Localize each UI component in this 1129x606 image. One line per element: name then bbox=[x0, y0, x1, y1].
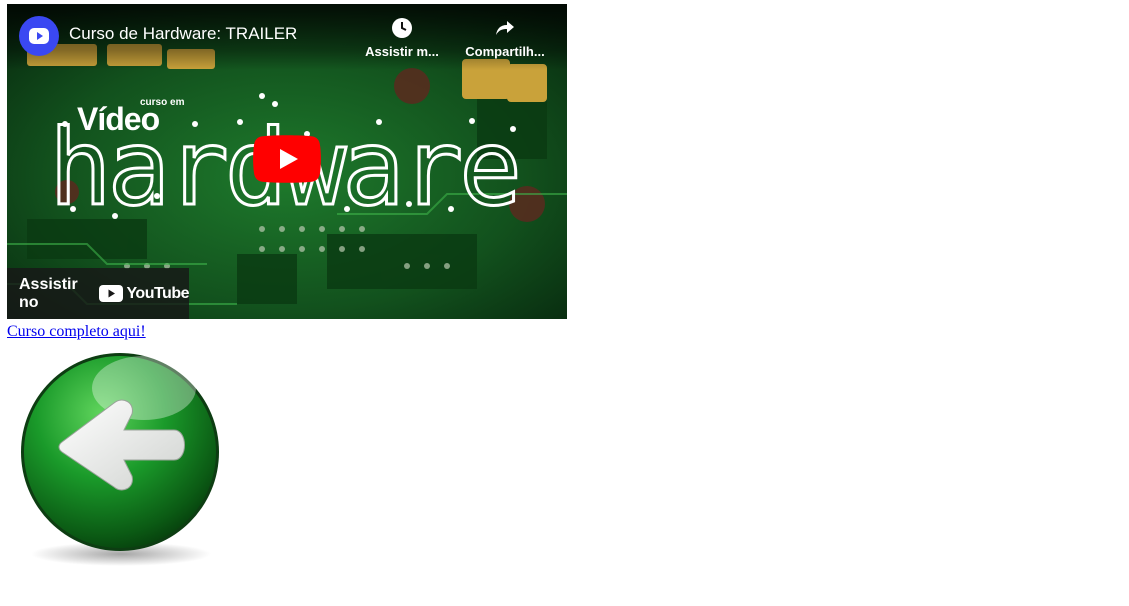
youtube-logo: YouTube bbox=[99, 285, 189, 303]
watch-on-label: Assistir no bbox=[19, 275, 78, 311]
youtube-wordmark: YouTube bbox=[126, 284, 189, 302]
youtube-play-icon bbox=[99, 285, 124, 302]
clock-icon bbox=[392, 18, 412, 38]
watch-later-label: Assistir m... bbox=[365, 44, 439, 59]
play-logo-icon bbox=[29, 28, 49, 44]
share-label: Compartilh... bbox=[465, 44, 545, 59]
share-button[interactable]: Compartilh... bbox=[462, 16, 548, 59]
play-button[interactable] bbox=[253, 135, 321, 183]
share-icon bbox=[496, 21, 514, 35]
watch-on-youtube-button[interactable]: Assistir no YouTube bbox=[7, 268, 189, 319]
video-title[interactable]: Curso de Hardware: TRAILER bbox=[69, 24, 297, 44]
full-course-link[interactable]: Curso completo aqui! bbox=[7, 323, 146, 341]
channel-avatar[interactable] bbox=[19, 16, 59, 56]
embedded-video-player[interactable]: curso em Vídeo hardware Curso de Hardwar… bbox=[7, 4, 567, 319]
watch-later-button[interactable]: Assistir m... bbox=[359, 16, 445, 59]
green-back-arrow-icon[interactable] bbox=[14, 348, 228, 570]
